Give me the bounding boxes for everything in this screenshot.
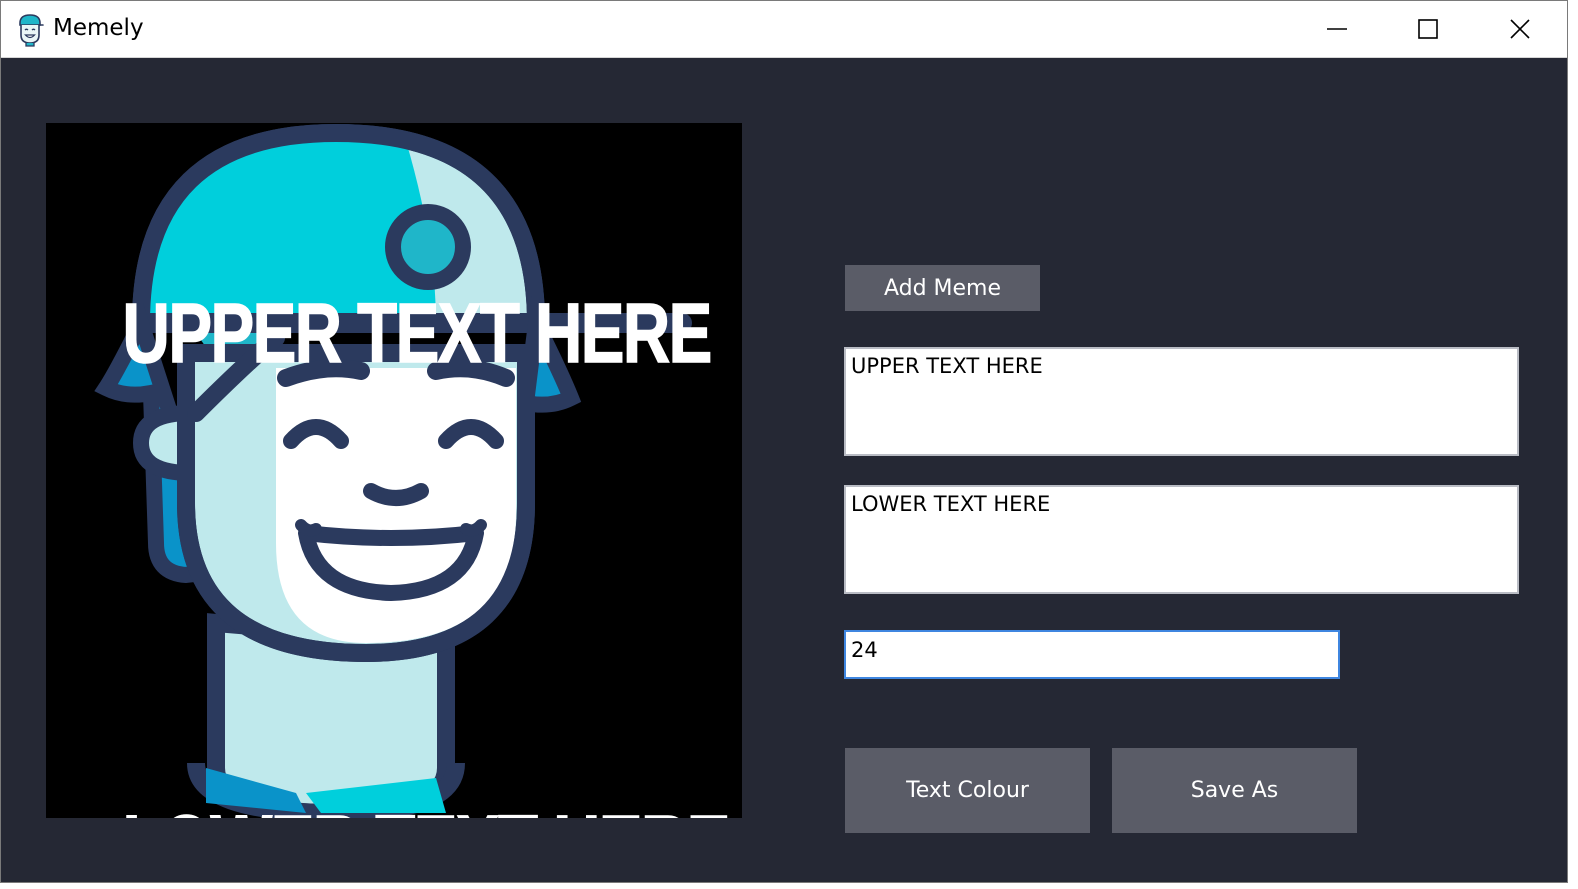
memely-logo-icon — [19, 14, 44, 47]
meme-preview: UPPER TEXT HERE LOWER TEXT HERE — [46, 123, 742, 818]
cartoon-boy-image — [94, 123, 692, 818]
maximize-icon — [1418, 19, 1438, 39]
save-as-button[interactable]: Save As — [1112, 748, 1357, 833]
minimize-button[interactable] — [1291, 1, 1383, 57]
font-size-input[interactable]: 24 — [844, 630, 1340, 679]
add-meme-button[interactable]: Add Meme — [845, 265, 1040, 311]
window-title: Memely — [53, 15, 144, 41]
close-icon — [1510, 19, 1530, 39]
minimize-icon — [1327, 28, 1347, 30]
app-window: Memely UPPER TEXT HERE Add Meme UPPER TE… — [0, 0, 1568, 883]
meme-upper-text: UPPER TEXT HERE — [122, 286, 713, 380]
text-colour-button[interactable]: Text Colour — [845, 748, 1090, 833]
title-bar[interactable]: Memely — [1, 1, 1567, 58]
upper-text-input[interactable]: UPPER TEXT HERE — [844, 347, 1519, 456]
maximize-button[interactable] — [1382, 1, 1474, 57]
close-button[interactable] — [1474, 1, 1566, 57]
meme-lower-text: LOWER TEXT HERE — [122, 802, 731, 818]
lower-text-input[interactable]: LOWER TEXT HERE — [844, 485, 1519, 594]
